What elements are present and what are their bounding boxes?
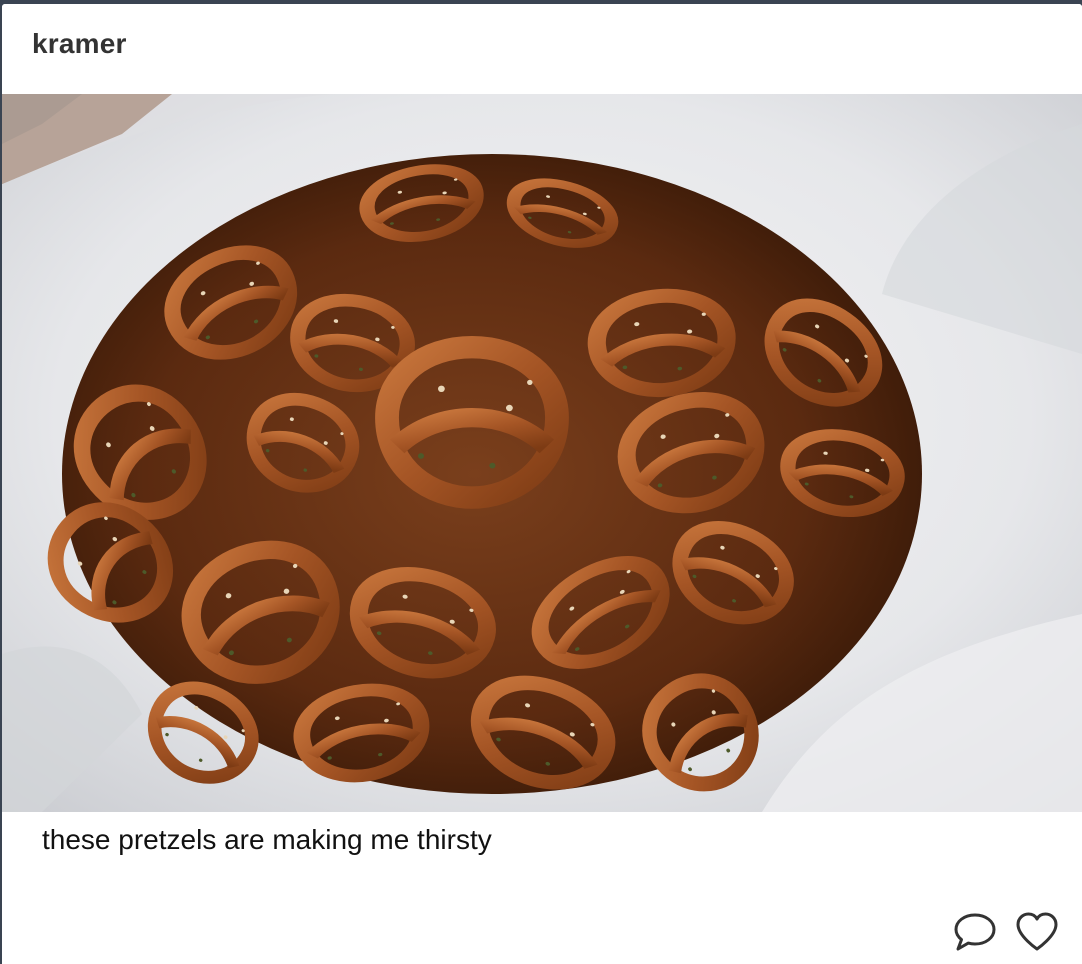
post-username[interactable]: kramer: [32, 28, 127, 60]
speech-bubble-icon: [954, 913, 996, 951]
post-actions: [952, 910, 1060, 954]
post-header: kramer: [2, 4, 1082, 94]
post-caption: these pretzels are making me thirsty: [42, 824, 492, 855]
comment-button[interactable]: [952, 910, 998, 954]
post-card: kramer these pretzels are making me thir…: [2, 4, 1082, 964]
like-button[interactable]: [1014, 910, 1060, 954]
heart-icon: [1016, 912, 1058, 951]
post-image: [2, 94, 1082, 812]
